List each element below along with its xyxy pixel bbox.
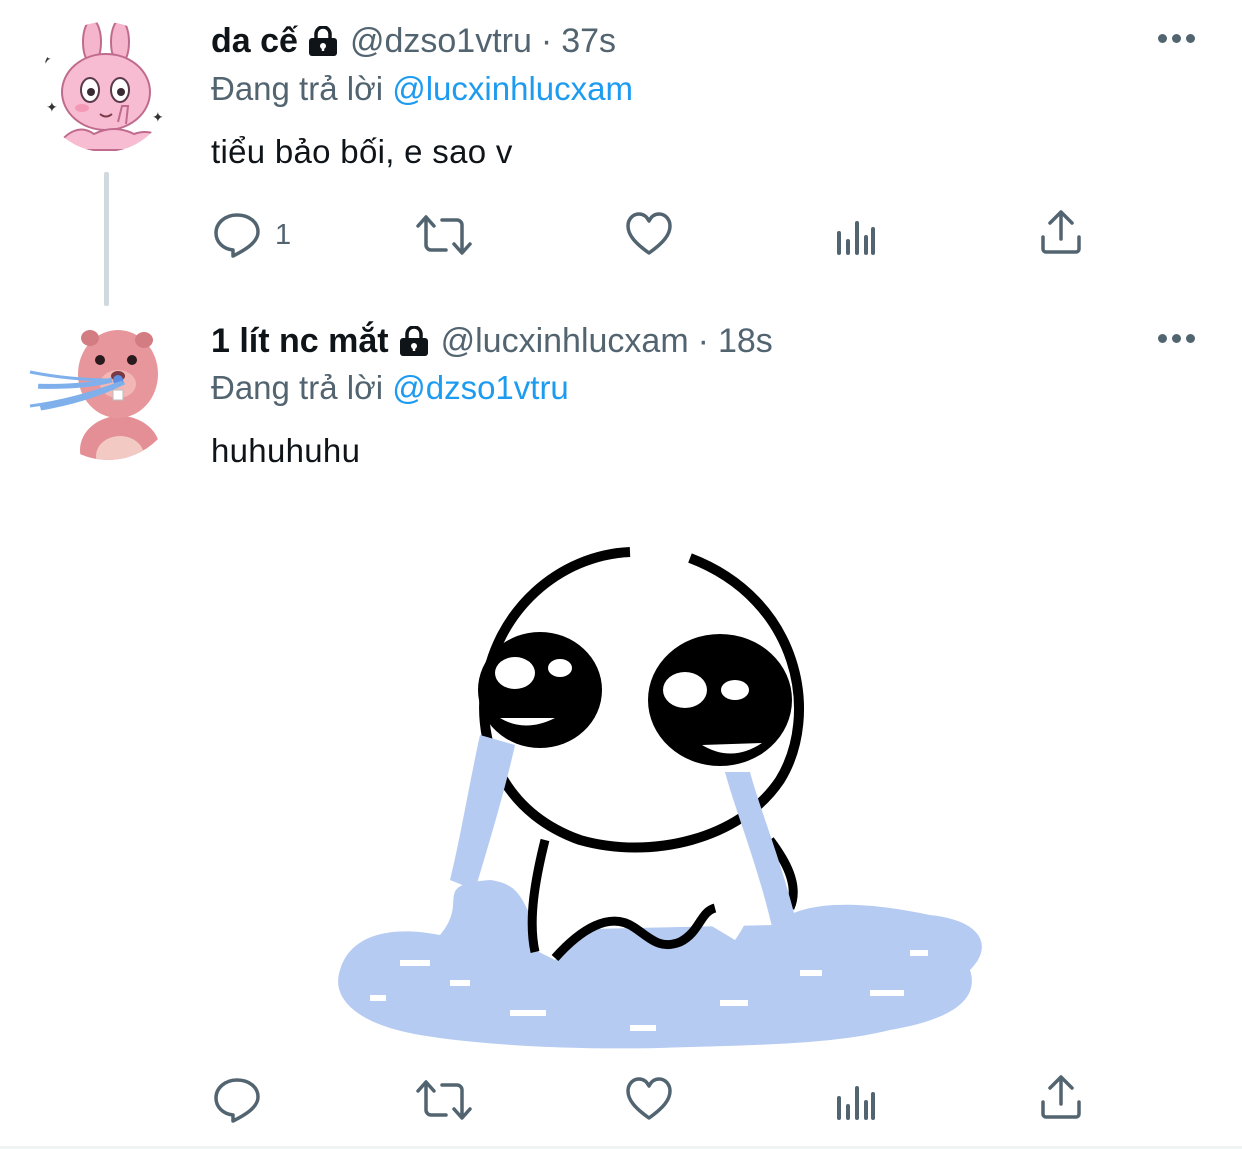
retweet-icon [416,215,472,255]
heart-icon [626,1077,672,1120]
tweet-actions [0,1074,1242,1126]
retweet-button[interactable] [416,211,472,259]
timestamp[interactable]: 18s [718,322,773,361]
avatar[interactable]: ✦ ✦ ✦ [40,22,170,152]
pink-beaver-avatar-icon [29,320,166,460]
lock-icon [306,26,340,56]
lock-icon [397,326,431,356]
share-icon [1041,210,1081,254]
reply-button[interactable] [213,1076,275,1124]
heart-icon [626,212,672,255]
reply-icon [214,213,260,258]
share-button[interactable] [1039,1074,1083,1120]
analytics-button[interactable] [835,219,877,257]
tweet-media-image[interactable] [330,540,1000,1060]
tweet-actions: 1 [0,209,1242,261]
analytics-icon [837,1086,875,1120]
share-button[interactable] [1039,209,1083,255]
replying-label: Đang trả lời [211,70,384,107]
analytics-icon [837,221,875,255]
retweet-button[interactable] [416,1076,472,1124]
display-name[interactable]: da cế [211,22,298,61]
crying-doodle-image [338,547,982,1049]
tweet-2[interactable]: 1 lít nc mắt @lucxinhlucxam · 18s Đang t… [0,300,1242,1149]
like-button[interactable] [625,1076,673,1122]
display-name[interactable]: 1 lít nc mắt [211,322,389,361]
avatar[interactable] [26,310,166,470]
tweet-text: tiểu bảo bối, e sao v [211,133,513,170]
reply-icon [214,1078,260,1123]
user-handle[interactable]: @lucxinhlucxam [441,322,689,361]
replying-to: Đang trả lời @lucxinhlucxam [211,70,633,108]
mention-link[interactable]: @dzso1vtru [392,369,569,406]
user-handle[interactable]: @dzso1vtru [350,22,532,61]
reply-count: 1 [275,218,292,251]
tweet-text: huhuhuhu [211,432,361,469]
svg-text:✦: ✦ [40,51,52,67]
analytics-button[interactable] [835,1084,877,1122]
reply-button[interactable]: 1 [213,211,291,259]
replying-label: Đang trả lời [211,369,384,406]
share-icon [1041,1075,1081,1119]
like-button[interactable] [625,211,673,257]
tweet-header: da cế @dzso1vtru · 37s [211,20,616,62]
mention-link[interactable]: @lucxinhlucxam [392,70,633,107]
timestamp[interactable]: 37s [561,22,616,61]
tweet-1[interactable]: ✦ ✦ ✦ da cế @dzso1vtru · 37s Đang trả lờ… [0,0,1242,306]
replying-to: Đang trả lời @dzso1vtru [211,369,569,407]
tweet-header: 1 lít nc mắt @lucxinhlucxam · 18s [211,320,773,362]
separator-dot: · [697,321,709,360]
separator-dot: · [540,21,553,60]
pink-bunny-avatar-icon: ✦ ✦ ✦ [40,22,170,152]
svg-text:✦: ✦ [152,109,164,125]
more-icon[interactable] [1158,334,1195,343]
svg-text:✦: ✦ [46,99,58,115]
retweet-icon [416,1080,472,1120]
more-icon[interactable] [1158,34,1195,43]
